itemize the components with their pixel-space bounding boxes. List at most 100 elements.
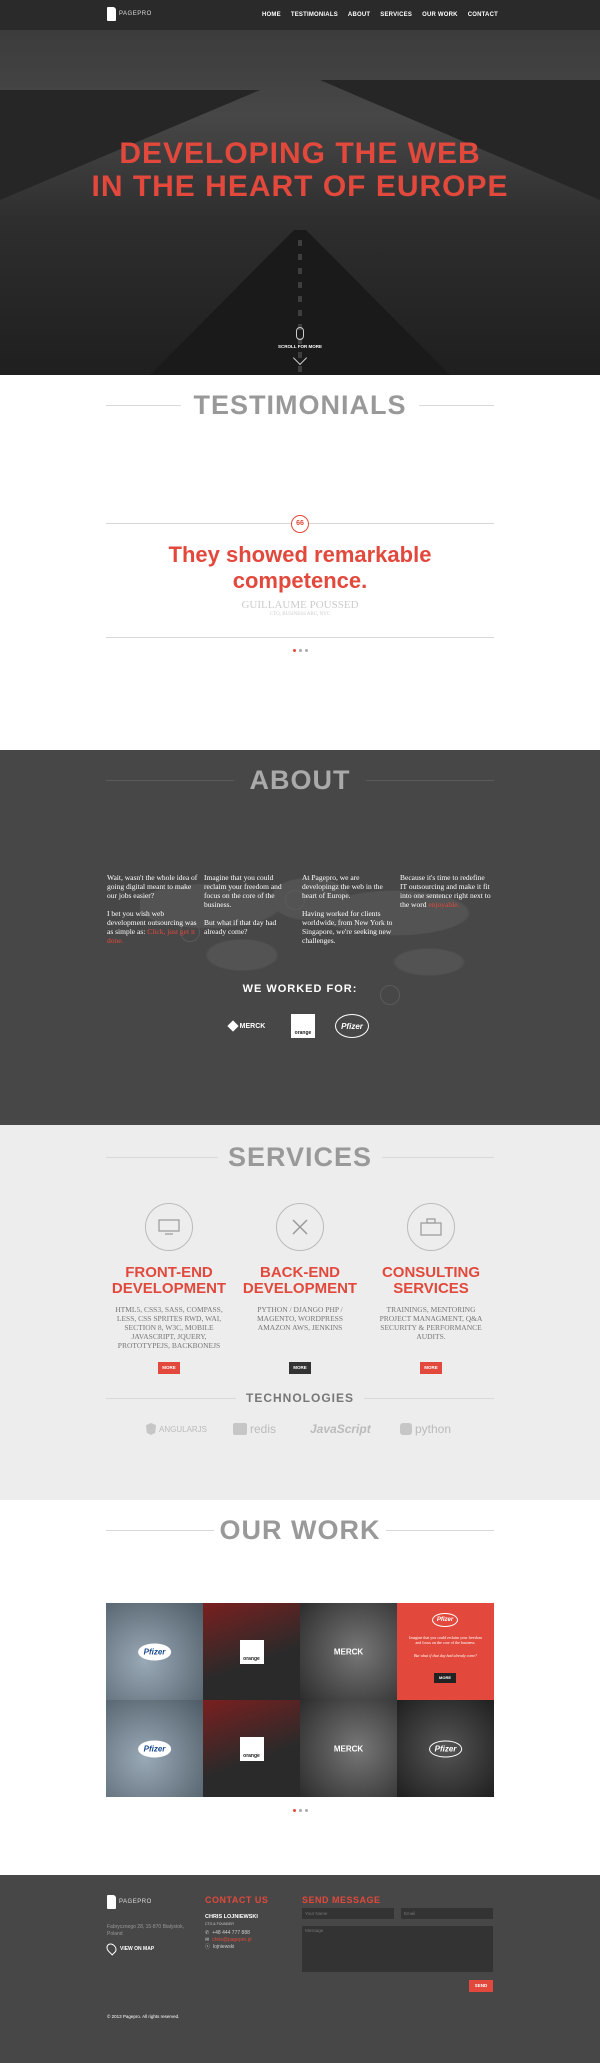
- tech-name: python: [415, 1422, 452, 1436]
- skype-icon: ⓢ: [205, 1944, 211, 1950]
- worked-for-title: WE WORKED FOR:: [242, 983, 358, 995]
- nav-testimonials[interactable]: TESTIMONIALS: [291, 12, 338, 18]
- about-title: ABOUT: [249, 765, 351, 795]
- skype-text: lojniewski: [213, 1944, 235, 1950]
- tile-logo: orange: [239, 1639, 264, 1664]
- message-field[interactable]: [302, 1926, 493, 1972]
- client-name: Pfizer: [341, 1021, 363, 1031]
- main-menu: HOME TESTIMONIALS ABOUT SERVICES OUR WOR…: [262, 12, 498, 18]
- more-button-backend[interactable]: MORE: [289, 1362, 311, 1374]
- client-orange-logo: orange: [291, 1014, 315, 1038]
- nav-services[interactable]: SERVICES: [380, 12, 412, 18]
- about-text: Having worked for clients worldwide, fro…: [302, 909, 393, 945]
- overlay-text: But what if that day had already come?: [413, 1653, 478, 1658]
- more-button-frontend[interactable]: MORE: [158, 1362, 180, 1374]
- hero-title-line2: IN THE HEART OF EUROPE: [91, 170, 509, 203]
- nav-contact[interactable]: CONTACT: [468, 12, 498, 18]
- more-button-consulting[interactable]: MORE: [420, 1362, 442, 1374]
- name-field[interactable]: [302, 1908, 394, 1919]
- tech-angularjs-logo: ANGULARJS: [146, 1421, 207, 1437]
- footer-logo[interactable]: PAGEPRO: [107, 1895, 152, 1909]
- nav-home[interactable]: HOME: [262, 12, 281, 18]
- logo-icon: [107, 1895, 116, 1909]
- logo-icon: [107, 7, 116, 21]
- pagination-dot[interactable]: [299, 1809, 302, 1812]
- portfolio-tile[interactable]: orange: [203, 1700, 300, 1797]
- briefcase-icon: [407, 1203, 455, 1251]
- tile-logo: MERCK: [333, 1744, 364, 1753]
- testimonial-author-role: CTO, BUSINESS ARC, NYC: [269, 612, 331, 617]
- service-title-line: BACK-END: [260, 1264, 340, 1281]
- services-title: SERVICES: [227, 1142, 373, 1172]
- pagination-dot[interactable]: [299, 649, 302, 652]
- service-title-line: SERVICES: [393, 1280, 469, 1297]
- service-desc-frontend: HTML5, CSS3, SASS, COMPASS, LESS, CSS SP…: [115, 1305, 223, 1350]
- monitor-icon: [145, 1203, 193, 1251]
- email-link[interactable]: chris@pagepro.pl: [212, 1937, 251, 1944]
- overlay-more-button[interactable]: MORE: [434, 1673, 456, 1683]
- portfolio-pagination: [293, 1809, 308, 1812]
- tech-name: ANGULARJS: [159, 1424, 208, 1434]
- service-title-line: CONSULTING: [381, 1264, 481, 1281]
- about-text: Imagine that you could reclaim your free…: [204, 873, 282, 909]
- our-work-title: OUR WORK: [219, 1515, 381, 1545]
- portfolio-tile[interactable]: Pfizer: [397, 1700, 494, 1797]
- pagination-dot[interactable]: [305, 1809, 308, 1812]
- footer: [0, 1875, 600, 2063]
- tech-python-logo: python: [400, 1421, 451, 1437]
- pagination-dot-active[interactable]: [293, 649, 296, 652]
- angular-icon: [146, 1423, 156, 1435]
- portfolio-tile[interactable]: MERCK: [300, 1700, 397, 1797]
- email-field[interactable]: [401, 1908, 493, 1919]
- client-name: orange: [294, 1030, 312, 1036]
- overlay-text: Imagine that you could reclaim your free…: [409, 1635, 482, 1645]
- tile-logo: Pfizer: [137, 1643, 172, 1660]
- tile-logo: orange: [239, 1736, 264, 1761]
- quote-line2: competence.: [232, 568, 368, 593]
- tech-javascript-logo: JavaScript: [310, 1421, 371, 1437]
- contact-person-role: CTO & FOUNDER: [205, 1922, 234, 1926]
- pagination-dot[interactable]: [305, 649, 308, 652]
- portfolio-tile[interactable]: MERCK: [300, 1603, 397, 1700]
- view-on-map-link[interactable]: VIEW ON MAP: [104, 1941, 155, 1956]
- about-column-3: At Pagepro, we are developingz the web i…: [302, 873, 394, 954]
- hero-title: DEVELOPING THE WEB IN THE HEART OF EUROP…: [0, 137, 600, 203]
- phone-text: +48 444 777 888: [212, 1930, 250, 1936]
- portfolio-tile[interactable]: Pfizer: [106, 1700, 203, 1797]
- about-text: But what if that day had already come?: [204, 918, 277, 936]
- technologies-title: TECHNOLOGIES: [245, 1391, 354, 1405]
- about-text: At Pagepro, we are developingz the web i…: [302, 873, 383, 900]
- nav-our-work[interactable]: OUR WORK: [422, 12, 458, 18]
- portfolio-tile[interactable]: orange: [203, 1603, 300, 1700]
- send-button[interactable]: SEND: [469, 1980, 493, 1992]
- map-link-text: VIEW ON MAP: [120, 1945, 155, 1952]
- testimonial-author: GUILLAUME POUSSED: [241, 599, 359, 611]
- python-icon: [400, 1423, 412, 1435]
- client-merck-logo: MERCK: [226, 1014, 268, 1038]
- quote-divider-bottom: [106, 637, 494, 638]
- pagination-dot-active[interactable]: [293, 1809, 296, 1812]
- testimonials-title: TESTIMONIALS: [193, 390, 407, 420]
- service-title-line: DEVELOPMENT: [111, 1280, 227, 1297]
- quote-line1: They showed remarkable: [168, 542, 432, 567]
- tech-name: JavaScript: [310, 1422, 371, 1436]
- footer-address: Fabrycznego 28, 15-870 Bialystok, Poland: [107, 1924, 184, 1937]
- about-highlight: enjoyable.: [428, 900, 460, 909]
- redis-icon: [233, 1423, 247, 1435]
- testimonial-quote: They showed remarkable competence.: [0, 542, 600, 594]
- nav-about[interactable]: ABOUT: [348, 12, 370, 18]
- logo[interactable]: PAGEPRO: [107, 7, 152, 21]
- quote-icon: 66: [291, 515, 309, 533]
- service-title-consulting: CONSULTING SERVICES: [356, 1265, 506, 1297]
- service-title-backend: BACK-END DEVELOPMENT: [225, 1265, 375, 1297]
- tile-logo: Pfizer: [137, 1740, 172, 1757]
- email-icon: ✉: [205, 1937, 210, 1943]
- tech-redis-logo: redis: [233, 1421, 276, 1437]
- scroll-for-more-label[interactable]: SCROLL FOR MORE: [0, 344, 600, 349]
- mouse-icon[interactable]: [296, 327, 304, 340]
- portfolio-tile-hover[interactable]: Pfizer Imagine that you could reclaim yo…: [397, 1603, 494, 1700]
- portfolio-tile[interactable]: Pfizer: [106, 1603, 203, 1700]
- contact-skype: ⓢ lojniewski: [205, 1944, 234, 1951]
- about-text: Wait, wasn't the whole idea of going dig…: [107, 873, 198, 900]
- portfolio-grid: Pfizer orange MERCK Pfizer Imagine that …: [106, 1603, 494, 1797]
